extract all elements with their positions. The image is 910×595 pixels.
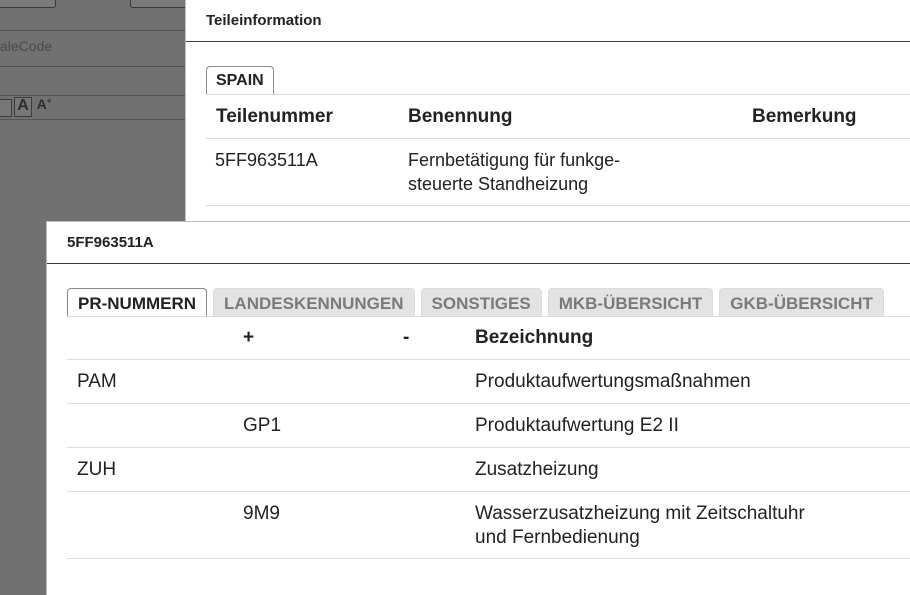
column-header-bemerkung: Bemerkung [752,106,857,127]
background-top-button [130,0,190,8]
cell-bezeichnung: Produktaufwertungsmaßnahmen [475,371,751,392]
font-size-controls: A A+ [0,97,54,117]
tab-gkb-uebersicht[interactable]: GKB-ÜBERSICHT [719,288,884,316]
font-increase-button: A+ [36,96,52,112]
row-divider [67,558,910,559]
cell-plus: 9M9 [243,503,280,524]
background-divider [0,95,190,96]
teileinformation-dialog: Teileinformation SPAIN Teilenummer Benen… [185,0,910,230]
cell-pr-family: ZUH [77,459,117,480]
background-divider [0,30,200,31]
tab-baseline [206,94,910,95]
column-header-benennung: Benennung [408,106,513,127]
tab-landeskennungen[interactable]: LANDESKENNUNGEN [213,288,415,316]
row-divider [67,403,910,404]
row-divider [67,447,910,448]
cell-bezeichnung: Produktaufwertung E2 II [475,415,679,436]
background-divider [0,66,200,67]
column-header-teilenummer: Teilenummer [216,106,333,127]
row-divider [206,138,910,139]
font-reset-button: A [14,97,32,117]
row-divider [206,205,910,206]
tab-bar: PR-NUMMERN LANDESKENNUNGEN SONSTIGES MKB… [67,288,884,316]
font-decrease-button [0,99,12,117]
cell-benennung: Fernbetätigung für funkge- steuerte Stan… [408,150,621,194]
cell-pr-family: PAM [77,371,117,392]
column-header-bezeichnung: Bezeichnung [475,327,594,348]
tab-mkb-uebersicht[interactable]: MKB-ÜBERSICHT [547,288,714,316]
part-detail-dialog: 5FF963511A PR-NUMMERN LANDESKENNUNGEN SO… [46,221,910,595]
cell-bezeichnung: Zusatzheizung [475,459,599,480]
row-divider [67,359,910,360]
cell-plus: GP1 [243,415,282,436]
background-field-label: aleCode [0,38,53,54]
column-header-minus: - [403,327,410,348]
tab-pr-nummern[interactable]: PR-NUMMERN [67,288,208,316]
cell-teilenummer: 5FF963511A [215,150,318,170]
dialog-title: Teileinformation [186,0,910,42]
tab-spain[interactable]: SPAIN [206,66,274,94]
row-divider [67,491,910,492]
column-header-plus: + [243,327,255,348]
background-divider [0,119,200,120]
tab-baseline [67,316,910,317]
tab-sonstiges[interactable]: SONSTIGES [420,288,542,316]
cell-bezeichnung: Wasserzusatzheizung mit Zeitschaltuhr un… [475,503,805,548]
dialog-title: 5FF963511A [47,222,910,264]
background-top-button [0,0,56,8]
